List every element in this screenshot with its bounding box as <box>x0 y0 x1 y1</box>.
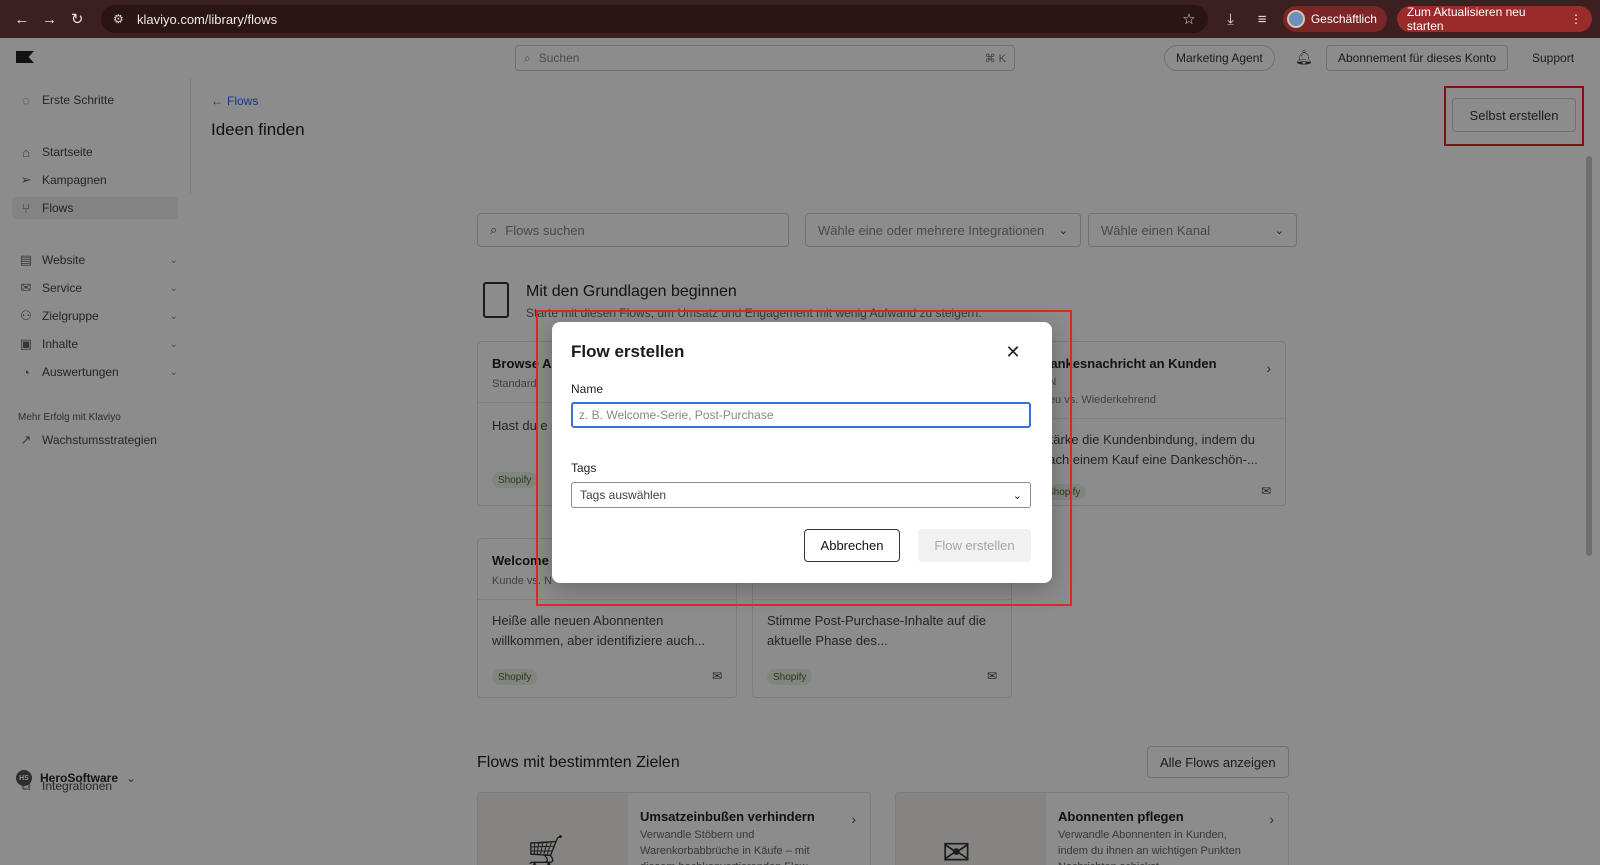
update-label: Zum Aktualisieren neu starten <box>1406 5 1526 33</box>
reload-icon[interactable]: ↻ <box>63 5 91 33</box>
profile-avatar <box>1286 10 1305 28</box>
more-vert-icon: ⋮ <box>1569 12 1582 26</box>
profile-label: Geschäftlich <box>1310 12 1377 26</box>
highlight-box <box>536 310 1072 606</box>
update-button[interactable]: Zum Aktualisieren neu starten ⋮ <box>1396 5 1592 33</box>
site-settings-icon[interactable]: ⚙ <box>113 12 127 26</box>
download-icon[interactable]: ⤓ <box>1220 11 1242 28</box>
media-icon[interactable]: ≡ <box>1251 11 1273 28</box>
back-arrow-icon[interactable]: ← <box>8 5 36 33</box>
forward-arrow-icon[interactable]: → <box>36 5 64 33</box>
profile-button[interactable]: Geschäftlich <box>1282 6 1387 32</box>
browser-chrome: ← → ↻ ⚙ klaviyo.com/library/flows ☆ ⤓ ≡ … <box>0 0 1600 38</box>
bookmark-star-icon[interactable]: ☆ <box>1182 10 1195 28</box>
address-bar[interactable]: ⚙ klaviyo.com/library/flows ☆ <box>100 5 1208 33</box>
url-text: klaviyo.com/library/flows <box>136 11 278 27</box>
